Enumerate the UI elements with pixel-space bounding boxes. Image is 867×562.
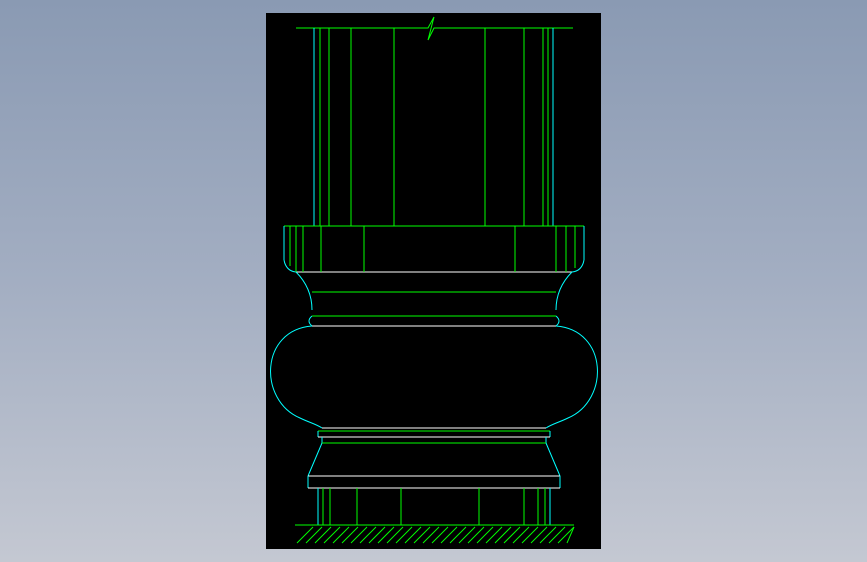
lower-fillet [317, 427, 551, 444]
hatch-line [413, 526, 431, 544]
tapered-collar [307, 442, 561, 489]
hatch-line [377, 526, 395, 544]
hatch-line [341, 526, 359, 544]
hatch-line [539, 526, 557, 544]
base-block [317, 488, 551, 525]
column-shaft [313, 28, 554, 226]
hatch-line [368, 526, 386, 544]
hatch-line [494, 526, 512, 544]
hatch-line [323, 526, 341, 544]
bulbous-drum [270, 325, 598, 429]
hatch-line [521, 526, 539, 544]
hatch-line [530, 526, 548, 544]
upper-neck [295, 271, 573, 311]
hatch-line [512, 526, 530, 544]
hatch-line [440, 526, 458, 544]
hatch-line [395, 526, 413, 544]
hatch-line [296, 526, 314, 544]
hatch-line [548, 526, 566, 544]
hatch-line [386, 526, 404, 544]
hatch-line [566, 526, 575, 544]
plinth-block [283, 225, 585, 273]
hatch-line [476, 526, 494, 544]
hatch-line [557, 526, 575, 544]
ground-hatch [295, 524, 575, 544]
upper-neck-fillet [308, 315, 560, 327]
hatch-line [359, 526, 377, 544]
hatch-line [458, 526, 476, 544]
break-line [296, 16, 573, 41]
hatch-line [305, 526, 323, 544]
hatch-line [350, 526, 368, 544]
column-base-drawing [270, 16, 598, 544]
cad-drawing-viewport [266, 13, 601, 549]
hatch-line [449, 526, 467, 544]
hatch-line [467, 526, 485, 544]
hatch-line [503, 526, 521, 544]
hatch-line [332, 526, 350, 544]
hatch-line [422, 526, 440, 544]
hatch-line [404, 526, 422, 544]
hatch-line [485, 526, 503, 544]
hatch-line [431, 526, 449, 544]
preview-background: { "drawing": { "subject": "column-base-e… [0, 0, 867, 562]
hatch-line [314, 526, 332, 544]
